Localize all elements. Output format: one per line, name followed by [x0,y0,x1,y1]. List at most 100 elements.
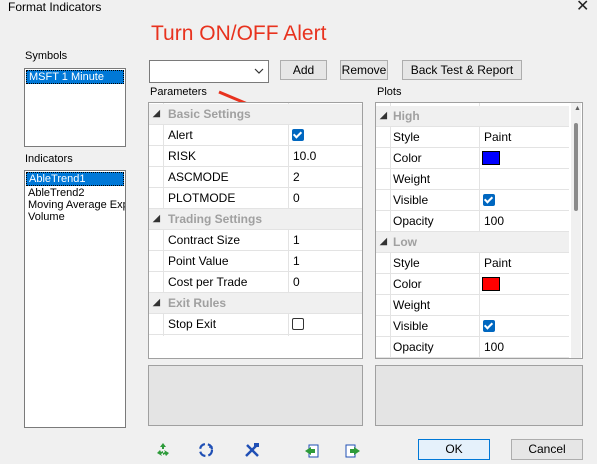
symbols-label: Symbols [25,50,68,62]
plot-row-weight[interactable]: Weight [376,169,569,190]
indicator-item[interactable]: AbleTrend2 [26,187,124,199]
close-icon[interactable]: ✕ [576,0,589,16]
category-label: Trading Settings [168,212,263,226]
category-exit-rules[interactable]: ◢ Exit Rules [149,293,362,314]
symbol-item[interactable]: MSFT 1 Minute [26,70,124,84]
plot-row-color[interactable]: Color [376,274,569,295]
param-row-plotmode[interactable]: PLOTMODE 0 [149,188,362,209]
scrollbar-thumb[interactable] [574,123,578,211]
category-low[interactable]: ◢ Low [376,232,569,253]
plots-scrollbar[interactable]: ▲ [571,103,581,358]
indicator-dropdown[interactable] [149,60,269,83]
param-row-alert[interactable]: Alert [149,125,362,146]
plot-row-color[interactable]: Color [376,148,569,169]
annotation-text: Turn ON/OFF Alert [151,22,327,45]
plot-label: Weight [393,298,431,312]
param-label: Point Value [168,254,229,268]
collapse-triangle-icon[interactable]: ◢ [153,297,160,308]
plots-description [375,365,583,426]
param-value[interactable]: 2 [293,170,300,184]
collapse-triangle-icon[interactable]: ◢ [153,213,160,224]
plot-value[interactable]: Paint [484,130,511,144]
param-value[interactable]: 0 [293,275,300,289]
visible-checkbox[interactable] [483,320,495,332]
indicators-label: Indicators [25,153,73,165]
plots-grid[interactable]: ◢ High Style Paint Color Weight Visible … [375,102,583,359]
plot-label: Visible [393,193,429,207]
window-title: Format Indicators [8,0,102,14]
collapse-triangle-icon[interactable]: ◢ [380,236,387,247]
param-row-contract-size[interactable]: Contract Size 1 [149,230,362,251]
plot-label: Visible [393,319,429,333]
plot-row-style[interactable]: Style Paint [376,253,569,274]
plot-label: Weight [393,172,431,186]
chevron-down-icon [254,68,264,74]
alert-checkbox[interactable] [292,129,304,141]
plot-label: Opacity [393,340,434,354]
parameters-label: Parameters [150,86,207,98]
param-value[interactable]: 1 [293,254,300,268]
plot-value[interactable]: 100 [484,214,504,228]
param-label: Contract Size [168,233,241,247]
collapse-triangle-icon[interactable]: ◢ [153,108,160,119]
param-label: Alert [168,128,193,142]
category-trading-settings[interactable]: ◢ Trading Settings [149,209,362,230]
category-label: High [393,109,420,123]
plots-label: Plots [377,86,402,98]
category-label: Basic Settings [168,107,251,121]
plot-row-weight[interactable]: Weight [376,295,569,316]
plot-value[interactable]: Paint [484,256,511,270]
import-icon[interactable] [304,443,320,459]
param-row-ascmode[interactable]: ASCMODE 2 [149,167,362,188]
recycle-blue-icon[interactable] [198,442,214,458]
ok-button[interactable]: OK [418,439,490,460]
category-label: Low [393,235,417,249]
param-label: ASCMODE [168,170,229,184]
plot-row-opacity[interactable]: Opacity 100 [376,337,569,358]
category-basic-settings[interactable]: ◢ Basic Settings [149,104,362,125]
indicators-list[interactable]: AbleTrend1 AbleTrend2 Moving Average Exp… [24,170,126,428]
collapse-triangle-icon[interactable]: ◢ [380,110,387,121]
plot-row-visible[interactable]: Visible [376,316,569,337]
tools-icon[interactable] [244,442,260,458]
plot-label: Opacity [393,214,434,228]
category-label: Exit Rules [168,296,227,310]
param-row-cost-per-trade[interactable]: Cost per Trade 0 [149,272,362,293]
remove-button[interactable]: Remove [340,60,388,80]
symbols-list[interactable]: MSFT 1 Minute [24,68,126,147]
visible-checkbox[interactable] [483,194,495,206]
indicator-item[interactable]: Moving Average Exp [26,199,125,211]
stop-exit-checkbox[interactable] [292,318,304,330]
param-label: RISK [168,149,197,163]
param-row-risk[interactable]: RISK 10.0 [149,146,362,167]
cancel-button[interactable]: Cancel [511,439,583,460]
parameters-grid[interactable]: ◢ Basic Settings Alert RISK 10.0 ASCMODE… [148,102,363,359]
color-swatch[interactable] [482,151,500,165]
recycle-green-icon[interactable] [155,442,171,458]
indicator-item[interactable]: Volume [26,211,124,223]
scroll-up-icon[interactable]: ▲ [574,105,581,112]
category-high[interactable]: ◢ High [376,106,569,127]
param-value[interactable]: 1 [293,233,300,247]
color-swatch[interactable] [482,277,500,291]
plot-label: Color [393,277,422,291]
indicator-item[interactable]: AbleTrend1 [26,172,124,186]
param-label: Stop Exit [168,317,217,331]
plot-value[interactable]: 100 [484,340,504,354]
plot-row-style[interactable]: Style Paint [376,127,569,148]
param-value[interactable]: 0 [293,191,300,205]
param-row-stop-exit[interactable]: Stop Exit [149,314,362,335]
param-label: PLOTMODE [168,191,236,205]
plot-label: Style [393,130,420,144]
export-icon[interactable] [345,443,361,459]
plot-row-visible[interactable]: Visible [376,190,569,211]
title-bar: Format Indicators ✕ [0,0,597,18]
back-test-report-button[interactable]: Back Test & Report [402,60,522,80]
plot-label: Style [393,256,420,270]
parameters-description [148,365,363,426]
plot-label: Color [393,151,422,165]
param-value[interactable]: 10.0 [293,149,316,163]
param-row-point-value[interactable]: Point Value 1 [149,251,362,272]
add-button[interactable]: Add [280,60,327,80]
plot-row-opacity[interactable]: Opacity 100 [376,211,569,232]
